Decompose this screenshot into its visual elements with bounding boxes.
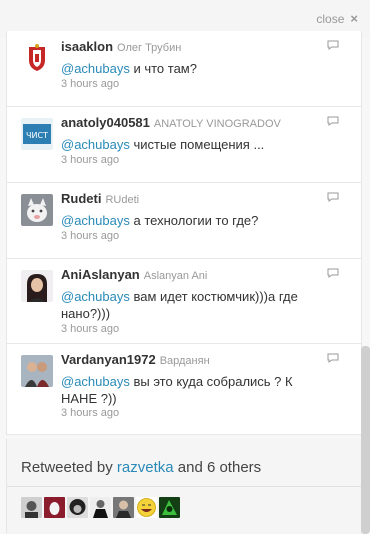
- username-link[interactable]: isaaklon: [61, 39, 113, 54]
- mention-link[interactable]: @achubays: [61, 61, 130, 76]
- reply-icon[interactable]: [327, 353, 339, 363]
- scrollbar-thumb[interactable]: [361, 346, 370, 534]
- tweet-header: Rudeti RUdeti: [61, 191, 139, 206]
- tweet-item: ЧИСТ anatoly040581 ANATOLY VINOGRADOV @ac…: [7, 107, 361, 183]
- realname: Варданян: [159, 355, 210, 367]
- tweet-header: AniAslanyan Aslanyan Ani: [61, 267, 207, 282]
- timestamp-link[interactable]: 3 hours ago: [61, 230, 119, 242]
- tweet-body: и что там?: [129, 61, 197, 76]
- mention-link[interactable]: @achubays: [61, 137, 130, 152]
- tweet-text: @achubays вы это куда собрались ? К НАНЕ…: [61, 373, 301, 407]
- laughing-emoji-avatar[interactable]: [136, 497, 157, 518]
- man-avatar[interactable]: [113, 497, 134, 518]
- retweeted-by-section: Retweeted by razvetka and 6 others: [6, 439, 362, 534]
- mention-link[interactable]: @achubays: [61, 374, 130, 389]
- close-button[interactable]: close ×: [316, 11, 358, 26]
- blue-logo-avatar[interactable]: ЧИСТ: [21, 118, 53, 150]
- username-link[interactable]: Rudeti: [61, 191, 101, 206]
- tweet-body: а технологии то где?: [129, 213, 259, 228]
- username-link[interactable]: AniAslanyan: [61, 267, 140, 282]
- tweet-item: isaaklon Олег Трубин @achubays и что там?…: [7, 31, 361, 107]
- timestamp-link[interactable]: 3 hours ago: [61, 407, 119, 419]
- retweeted-by-prefix: Retweeted by: [21, 459, 117, 476]
- couple-photo-avatar[interactable]: [21, 355, 53, 387]
- tweet-text: @achubays а технологии то где?: [61, 212, 301, 229]
- tweet-text: @achubays чистые помещения ...: [61, 136, 301, 153]
- retweet-details-panel: close × isaaklon Олег Трубин @achubays и …: [0, 0, 370, 534]
- white-cat-avatar[interactable]: [21, 194, 53, 226]
- retweeter-link[interactable]: razvetka: [117, 459, 174, 476]
- tweet-list: isaaklon Олег Трубин @achubays и что там?…: [6, 31, 362, 435]
- retweeted-by-text: Retweeted by razvetka and 6 others: [21, 459, 261, 476]
- realname: ANATOLY VINOGRADOV: [153, 118, 281, 130]
- face-avatar-1[interactable]: [21, 497, 42, 518]
- timestamp-link[interactable]: 3 hours ago: [61, 154, 119, 166]
- tweet-item: Vardanyan1972 Варданян @achubays вы это к…: [7, 344, 361, 435]
- timestamp-link[interactable]: 3 hours ago: [61, 323, 119, 335]
- green-icon-avatar[interactable]: [159, 497, 180, 518]
- username-link[interactable]: Vardanyan1972: [61, 352, 156, 367]
- reply-icon[interactable]: [327, 268, 339, 278]
- tweet-item: AniAslanyan Aslanyan Ani @achubays вам ид…: [7, 259, 361, 344]
- curly-hair-avatar[interactable]: [67, 497, 88, 518]
- mention-link[interactable]: @achubays: [61, 289, 130, 304]
- realname: RUdeti: [105, 194, 140, 206]
- tweet-body: чистые помещения ...: [129, 137, 265, 152]
- retweeted-by-suffix: and 6 others: [173, 459, 262, 476]
- svg-text:ЧИСТ: ЧИСТ: [26, 131, 48, 140]
- woman-portrait-avatar[interactable]: [21, 270, 53, 302]
- reply-icon[interactable]: [327, 116, 339, 126]
- suit-avatar[interactable]: [90, 497, 111, 518]
- red-egg-avatar[interactable]: [44, 497, 65, 518]
- reply-icon[interactable]: [327, 192, 339, 202]
- mention-link[interactable]: @achubays: [61, 213, 130, 228]
- tweet-header: isaaklon Олег Трубин: [61, 39, 181, 54]
- tweet-text: @achubays вам идет костюмчик)))а где нан…: [61, 288, 301, 322]
- realname: Олег Трубин: [117, 42, 182, 54]
- close-icon[interactable]: ×: [350, 11, 358, 26]
- divider: [7, 486, 361, 487]
- tweet-header: Vardanyan1972 Варданян: [61, 352, 210, 367]
- close-label: close: [316, 11, 345, 26]
- retweeter-avatars: [21, 497, 180, 518]
- tweet-text: @achubays и что там?: [61, 60, 301, 77]
- realname: Aslanyan Ani: [143, 270, 208, 282]
- username-link[interactable]: anatoly040581: [61, 115, 150, 130]
- tweet-header: anatoly040581 ANATOLY VINOGRADOV: [61, 115, 281, 130]
- timestamp-link[interactable]: 3 hours ago: [61, 78, 119, 90]
- coat-of-arms-avatar[interactable]: [21, 42, 53, 74]
- tweet-item: Rudeti RUdeti @achubays а технологии то г…: [7, 183, 361, 259]
- reply-icon[interactable]: [327, 40, 339, 50]
